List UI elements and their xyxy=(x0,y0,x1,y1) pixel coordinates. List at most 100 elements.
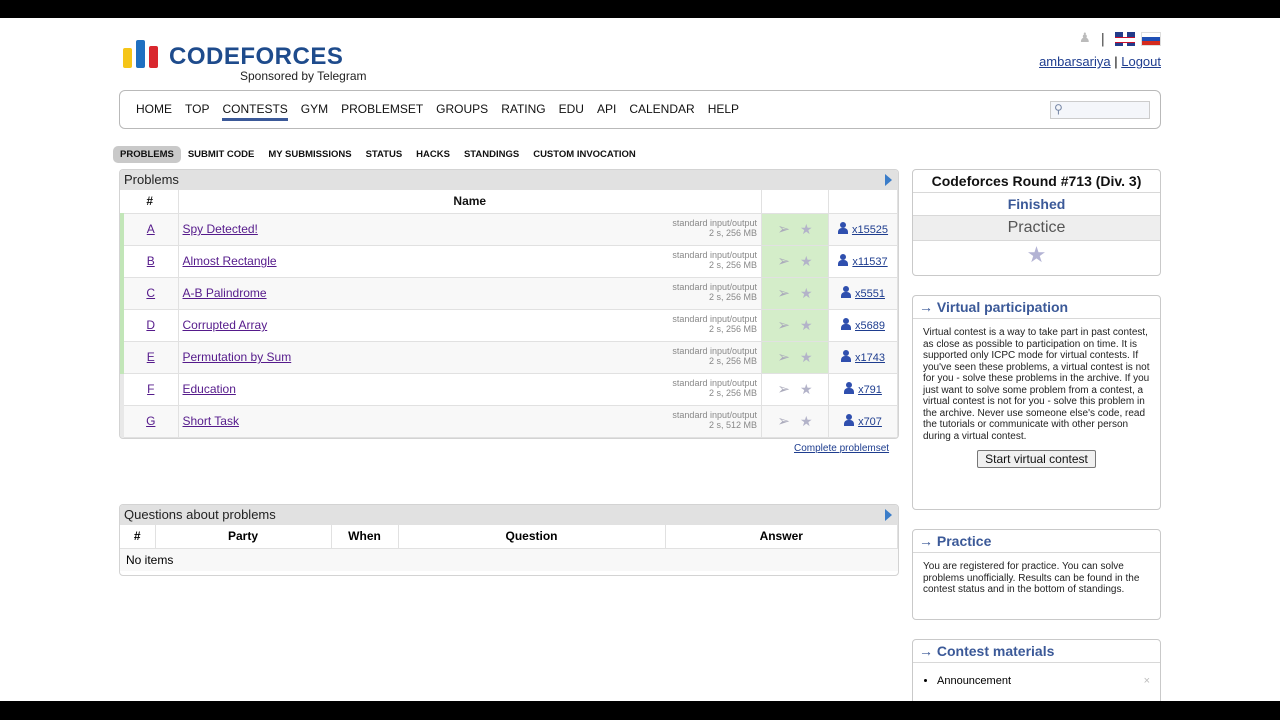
close-icon[interactable]: × xyxy=(1144,675,1150,687)
complete-problemset-link[interactable]: Complete problemset xyxy=(794,443,889,454)
material-announcement[interactable]: Announcement xyxy=(937,675,1160,687)
tab-custom-invocation[interactable]: CUSTOM INVOCATION xyxy=(526,146,643,163)
col-solved xyxy=(828,190,898,214)
paper-plane-icon[interactable]: ➢ xyxy=(777,284,790,302)
problem-actions: ➢ ★ xyxy=(761,309,829,342)
problem-limit-values: 2 s, 512 MB xyxy=(708,419,757,430)
paper-plane-icon[interactable]: ➢ xyxy=(777,316,790,334)
problem-name-cell: Permutation by Sum standard input/output 2… xyxy=(178,341,762,374)
menu-contests[interactable]: CONTESTS xyxy=(222,102,288,121)
paper-plane-icon[interactable]: ➢ xyxy=(777,412,790,430)
menu-rating[interactable]: RATING xyxy=(501,102,545,121)
problem-index-link[interactable]: F xyxy=(147,382,154,396)
user-link[interactable]: ambarsariya xyxy=(1039,54,1111,69)
menu-home[interactable]: HOME xyxy=(136,102,172,121)
q-col-when: When xyxy=(331,525,399,549)
problem-index-link[interactable]: B xyxy=(147,254,155,268)
menu-edu[interactable]: EDU xyxy=(559,102,584,121)
problems-box: Problems # Name A Spy Detected! standard i… xyxy=(119,169,899,439)
problem-index[interactable]: D xyxy=(120,309,179,342)
menu-calendar[interactable]: CALENDAR xyxy=(629,102,694,121)
menu-api[interactable]: API xyxy=(597,102,616,121)
problems-title: Problems xyxy=(124,172,179,187)
problem-index-link[interactable]: D xyxy=(146,318,155,332)
expand-arrow-icon[interactable] xyxy=(885,509,892,521)
search-input[interactable]: ⚲ xyxy=(1050,101,1150,119)
problem-io: standard input/output xyxy=(672,217,757,228)
solved-count-link[interactable]: x707 xyxy=(858,416,882,428)
menu-top[interactable]: TOP xyxy=(185,102,209,121)
paper-plane-icon[interactable]: ➢ xyxy=(777,252,790,270)
uk-flag-icon[interactable] xyxy=(1115,32,1135,46)
solved-count-link[interactable]: x5551 xyxy=(855,288,885,300)
problem-solved-count: x791 xyxy=(828,373,898,406)
problem-name-link[interactable]: Corrupted Array xyxy=(183,318,268,332)
problem-limit-values: 2 s, 256 MB xyxy=(708,227,757,238)
solved-count-link[interactable]: x15525 xyxy=(852,224,888,236)
russia-flag-icon[interactable] xyxy=(1141,32,1161,46)
problem-limits: standard input/output 2 s, 256 MB xyxy=(672,218,757,238)
problem-index-link[interactable]: G xyxy=(146,414,155,428)
problem-index[interactable]: F xyxy=(120,373,179,406)
problem-solved-count: x707 xyxy=(828,405,898,438)
q-col-index: # xyxy=(120,525,156,549)
menu-gym[interactable]: GYM xyxy=(301,102,328,121)
paper-plane-icon[interactable]: ➢ xyxy=(777,380,790,398)
star-icon[interactable]: ★ xyxy=(800,349,813,366)
questions-box: Questions about problems # Party When Qu… xyxy=(119,504,899,576)
problem-name-link[interactable]: A-B Palindrome xyxy=(183,286,267,300)
problem-name-link[interactable]: Spy Detected! xyxy=(183,222,258,236)
contest-submenu: PROBLEMS SUBMIT CODE MY SUBMISSIONS STAT… xyxy=(113,146,643,163)
solved-count-link[interactable]: x791 xyxy=(858,384,882,396)
star-icon[interactable]: ★ xyxy=(800,285,813,302)
problem-index-link[interactable]: A xyxy=(147,222,155,236)
q-col-answer: Answer xyxy=(665,525,898,549)
tab-problems[interactable]: PROBLEMS xyxy=(113,146,181,163)
bell-icon[interactable]: ♟ xyxy=(1077,32,1091,46)
problem-name-link[interactable]: Short Task xyxy=(183,414,239,428)
solved-count-link[interactable]: x1743 xyxy=(855,352,885,364)
user-icon xyxy=(841,318,851,330)
start-virtual-contest-button[interactable]: Start virtual contest xyxy=(977,450,1096,468)
problem-name-link[interactable]: Education xyxy=(183,382,236,396)
table-row: E Permutation by Sum standard input/output… xyxy=(120,341,898,374)
material-label[interactable]: Announcement xyxy=(937,675,1011,687)
menu-help[interactable]: HELP xyxy=(708,102,739,121)
problem-index[interactable]: G xyxy=(120,405,179,438)
star-icon[interactable]: ★ xyxy=(913,241,1160,270)
tab-hacks[interactable]: HACKS xyxy=(409,146,457,163)
codeforces-logo[interactable]: CODEFORCES Sponsored by Telegram xyxy=(123,38,368,84)
problem-actions: ➢ ★ xyxy=(761,341,829,374)
problem-limits: standard input/output 2 s, 256 MB xyxy=(672,346,757,366)
problem-index[interactable]: E xyxy=(120,341,179,374)
problem-index[interactable]: C xyxy=(120,277,179,310)
problem-index-link[interactable]: C xyxy=(146,286,155,300)
star-icon[interactable]: ★ xyxy=(800,413,813,430)
tab-my-submissions[interactable]: MY SUBMISSIONS xyxy=(261,146,358,163)
star-icon[interactable]: ★ xyxy=(800,381,813,398)
solved-count-link[interactable]: x5689 xyxy=(855,320,885,332)
star-icon[interactable]: ★ xyxy=(800,317,813,334)
tab-submit-code[interactable]: SUBMIT CODE xyxy=(181,146,262,163)
star-icon[interactable]: ★ xyxy=(800,253,813,270)
tab-status[interactable]: STATUS xyxy=(359,146,410,163)
star-icon[interactable]: ★ xyxy=(800,221,813,238)
logout-link[interactable]: Logout xyxy=(1121,54,1161,69)
menu-problemset[interactable]: PROBLEMSET xyxy=(341,102,423,121)
materials-title: → Contest materials xyxy=(913,640,1160,663)
tab-standings[interactable]: STANDINGS xyxy=(457,146,526,163)
user-icon xyxy=(844,414,855,426)
problem-index[interactable]: B xyxy=(120,245,179,278)
problem-limit-values: 2 s, 256 MB xyxy=(708,387,757,398)
problem-index-link[interactable]: E xyxy=(147,350,155,364)
round-name[interactable]: Codeforces Round #713 (Div. 3) xyxy=(913,170,1160,193)
problem-limits: standard input/output 2 s, 512 MB xyxy=(672,410,757,430)
paper-plane-icon[interactable]: ➢ xyxy=(777,348,790,366)
problem-index[interactable]: A xyxy=(120,213,179,246)
problem-name-link[interactable]: Permutation by Sum xyxy=(183,350,292,364)
expand-arrow-icon[interactable] xyxy=(885,174,892,186)
problem-name-link[interactable]: Almost Rectangle xyxy=(183,254,277,268)
menu-groups[interactable]: GROUPS xyxy=(436,102,488,121)
paper-plane-icon[interactable]: ➢ xyxy=(777,220,790,238)
solved-count-link[interactable]: x11537 xyxy=(852,256,887,268)
